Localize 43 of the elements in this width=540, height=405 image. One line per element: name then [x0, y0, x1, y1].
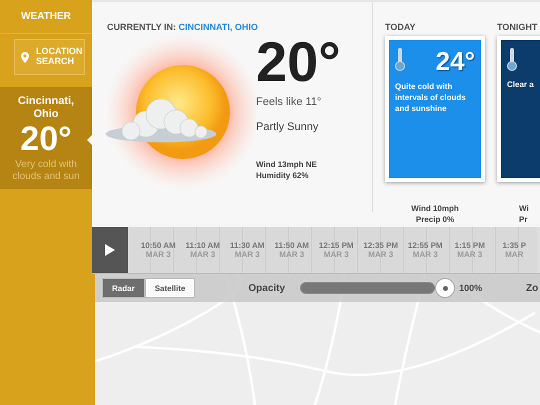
condition-text: Partly Sunny — [256, 121, 320, 133]
forecast-precip: Precip 0% — [414, 215, 456, 224]
timeline-step[interactable]: 10:50 AM MAR 3 — [136, 227, 180, 273]
timeline-step[interactable]: 1:15 PM MAR 3 — [448, 227, 492, 273]
play-icon — [105, 244, 115, 256]
forecast-card[interactable]: Clear a — [497, 36, 540, 182]
forecast-period-label: TODAY — [385, 22, 417, 32]
timeline-step[interactable]: 11:10 AM MAR 3 — [180, 227, 225, 273]
forecast-wind: Wi — [518, 204, 530, 213]
thermometer-icon — [507, 48, 517, 72]
opacity-reading: 100% — [459, 283, 482, 293]
forecast-wind: Wind 10mph — [410, 204, 460, 213]
location-card[interactable]: Cincinnati, Ohio 20° Very cold with clouds and sun — [0, 87, 92, 189]
timeline-step[interactable]: 1:35 P MAR — [492, 227, 536, 273]
map-layer-tab[interactable]: Radar — [102, 278, 145, 298]
wind-text: Wind 13mph NE — [256, 160, 318, 169]
location-city: Cincinnati, Ohio — [16, 95, 76, 122]
zoom-label: Zo — [526, 282, 540, 294]
timeline-step[interactable]: 11:30 AM MAR 3 — [225, 227, 270, 273]
timeline-step[interactable]: 12:55 PM MAR 3 — [403, 227, 448, 273]
timeline-step[interactable]: 11:50 AM MAR 3 — [270, 227, 314, 273]
current-location-link[interactable]: CINCINNATI, OHIO — [178, 22, 258, 32]
forecast-precip: Pr — [518, 215, 528, 224]
humidity-text: Humidity 62% — [256, 171, 310, 180]
forecast-card[interactable]: 24° Quite cold with intervals of clouds and sunshine — [385, 36, 485, 182]
current-temperature: 20° — [256, 34, 341, 90]
timeline-step[interactable]: 12:15 PM MAR 3 — [314, 227, 358, 273]
opacity-label: Opacity — [248, 282, 286, 294]
location-search-button[interactable]: LOCATION SEARCH — [14, 39, 85, 75]
forecast-temperature: 24° — [436, 48, 475, 74]
slider-thumb[interactable] — [435, 278, 456, 298]
current-label: CURRENTLY IN: — [107, 22, 176, 32]
forecast-description: Clear a — [507, 80, 535, 91]
location-summary: Very cold with clouds and sun — [11, 158, 81, 183]
pin-icon — [21, 52, 29, 62]
thermometer-icon — [395, 48, 405, 72]
feels-like-text: Feels like 11° — [256, 96, 322, 108]
forecast-period-label: TONIGHT — [497, 22, 538, 32]
forecast-description: Quite cold with intervals of clouds and sunshine — [395, 82, 467, 114]
play-button[interactable] — [92, 227, 128, 273]
map-layer-tab[interactable]: Satellite — [144, 278, 196, 298]
location-temperature: 20° — [19, 121, 73, 159]
timeline-step[interactable]: 12:35 PM MAR 3 — [358, 227, 403, 273]
